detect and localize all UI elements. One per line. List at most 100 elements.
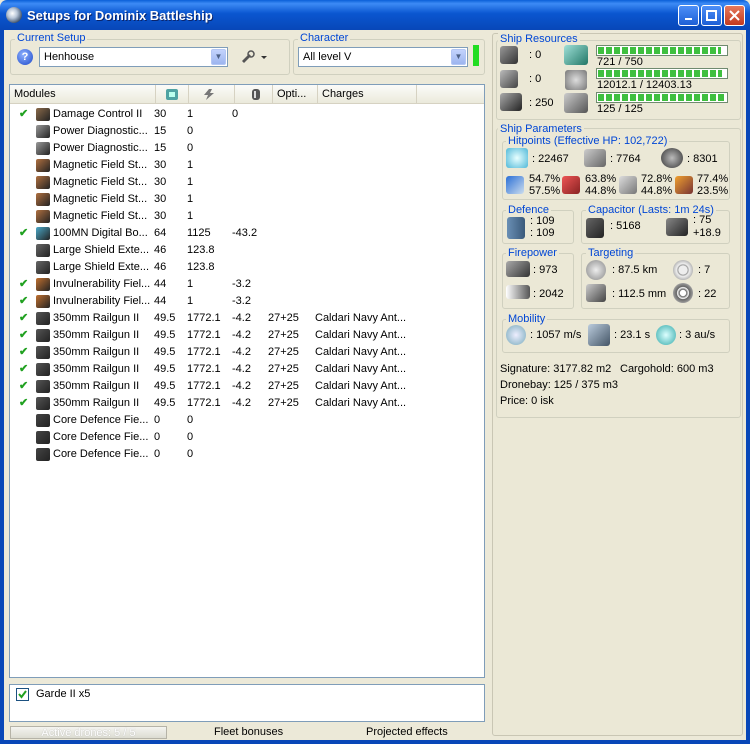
wrench-icon	[242, 50, 267, 63]
table-row[interactable]: ✔ 100MN Digital Bo... 64 1125 -43.2	[10, 225, 484, 242]
column-header-capacitor[interactable]	[235, 85, 273, 104]
online-checkmark-icon[interactable]: ✔	[19, 293, 28, 310]
table-row[interactable]: ✔ Invulnerability Fiel... 44 1 -3.2	[10, 293, 484, 310]
module-powergrid: 123.8	[187, 261, 215, 273]
sensor-strength-value: : 22	[698, 288, 717, 300]
current-setup-label: Current Setup	[15, 32, 88, 44]
module-capacitor: -4.2	[232, 329, 251, 341]
module-optimal: 27+25	[268, 346, 299, 358]
module-powergrid: 1772.1	[187, 346, 221, 358]
help-icon[interactable]: ?	[17, 49, 33, 65]
module-icon	[36, 431, 50, 444]
module-powergrid: 0	[187, 431, 194, 443]
mobility-label: Mobility	[506, 313, 548, 325]
module-powergrid: 1	[187, 108, 194, 120]
chevron-down-icon[interactable]: ▼	[211, 49, 226, 65]
shield-icon	[506, 148, 528, 168]
online-checkmark-icon[interactable]: ✔	[19, 361, 28, 378]
table-row[interactable]: Power Diagnostic... 15 0	[10, 123, 484, 140]
table-row[interactable]: ✔ Invulnerability Fiel... 44 1 -3.2	[10, 276, 484, 293]
online-checkmark-icon[interactable]: ✔	[19, 327, 28, 344]
table-row[interactable]: Magnetic Field St... 30 1	[10, 191, 484, 208]
launcher-hardpoint-icon	[500, 70, 518, 88]
table-row[interactable]: ✔ 350mm Railgun II 49.5 1772.1 -4.2 27+25 Cald…	[10, 344, 484, 361]
table-row[interactable]: Core Defence Fie... 0 0	[10, 429, 484, 446]
module-icon	[36, 346, 50, 359]
online-checkmark-icon[interactable]: ✔	[19, 378, 28, 395]
online-checkmark-icon[interactable]: ✔	[19, 106, 28, 123]
module-cpu: 46	[154, 261, 167, 273]
table-row[interactable]: Magnetic Field St... 30 1	[10, 174, 484, 191]
table-row[interactable]: Large Shield Exte... 46 123.8	[10, 259, 484, 276]
capacitor-icon	[252, 89, 260, 100]
cpu-value: 721 / 750	[597, 56, 643, 68]
module-cpu: 46	[154, 244, 167, 256]
character-select[interactable]: All level V ▼	[298, 47, 468, 67]
chevron-down-icon[interactable]: ▼	[451, 49, 466, 65]
column-header-cpu[interactable]	[156, 85, 189, 104]
em-resist-icon	[506, 176, 524, 194]
table-row[interactable]: Large Shield Exte... 46 123.8	[10, 242, 484, 259]
drone-bandwidth-value: : 250	[529, 97, 554, 109]
close-button[interactable]	[724, 5, 745, 26]
column-header-optimal[interactable]: Opti...	[273, 85, 318, 104]
column-header-charges[interactable]: Charges	[318, 85, 417, 104]
capacitor-usage-icon	[666, 218, 688, 236]
online-checkmark-icon[interactable]: ✔	[19, 344, 28, 361]
table-row[interactable]: ✔ 350mm Railgun II 49.5 1772.1 -4.2 27+25 Cald…	[10, 361, 484, 378]
module-powergrid: 1	[187, 295, 194, 307]
armor-hp-value: : 7764	[610, 153, 641, 165]
column-header-filler	[417, 85, 484, 104]
fleet-bonuses-tab[interactable]: Fleet bonuses	[214, 726, 283, 738]
module-name: Core Defence Fie...	[53, 448, 149, 460]
table-row[interactable]: Core Defence Fie... 0 0	[10, 412, 484, 429]
volley-value: : 2042	[533, 288, 564, 300]
module-name: 350mm Railgun II	[53, 312, 140, 324]
maximize-button[interactable]	[701, 5, 722, 26]
online-checkmark-icon[interactable]: ✔	[19, 225, 28, 242]
setup-select[interactable]: Henhouse ▼	[39, 47, 228, 67]
table-row[interactable]: ✔ 350mm Railgun II 49.5 1772.1 -4.2 27+25 Cald…	[10, 378, 484, 395]
module-icon	[36, 448, 50, 461]
table-row[interactable]: ✔ 350mm Railgun II 49.5 1772.1 -4.2 27+25 Cald…	[10, 327, 484, 344]
module-name: Invulnerability Fiel...	[53, 295, 151, 307]
table-row[interactable]: Magnetic Field St... 30 1	[10, 157, 484, 174]
module-icon	[36, 397, 50, 410]
module-charges: Caldari Navy Ant...	[315, 363, 407, 375]
column-header-modules[interactable]: Modules	[10, 85, 156, 104]
module-optimal: 27+25	[268, 312, 299, 324]
online-checkmark-icon[interactable]: ✔	[19, 276, 28, 293]
turret-hardpoint-icon	[500, 46, 518, 64]
table-row[interactable]: Core Defence Fie... 0 0	[10, 446, 484, 463]
table-row[interactable]: ✔ Damage Control II 30 1 0	[10, 106, 484, 123]
module-cpu: 0	[154, 448, 161, 460]
modules-list[interactable]: Modules Opti... Charges ✔ Damage Control …	[9, 84, 485, 678]
table-row[interactable]: ✔ 350mm Railgun II 49.5 1772.1 -4.2 27+25 Cald…	[10, 310, 484, 327]
thermal-resist-icon	[562, 176, 580, 194]
module-cpu: 49.5	[154, 380, 176, 392]
module-icon	[36, 380, 50, 393]
module-icon	[36, 363, 50, 376]
module-icon	[36, 278, 50, 291]
drone-checkbox[interactable]	[16, 688, 29, 701]
online-checkmark-icon[interactable]: ✔	[19, 395, 28, 412]
table-row[interactable]: Power Diagnostic... 15 0	[10, 140, 484, 157]
warp-speed-value: : 3 au/s	[679, 329, 716, 341]
online-checkmark-icon[interactable]: ✔	[19, 310, 28, 327]
launcher-hardpoints-value: : 0	[529, 73, 542, 85]
column-header-powergrid[interactable]	[189, 85, 235, 104]
shield-hp-value: : 22467	[532, 153, 569, 165]
module-name: Damage Control II	[53, 108, 143, 120]
module-powergrid: 1772.1	[187, 380, 221, 392]
module-cpu: 44	[154, 295, 167, 307]
dps-value: : 973	[533, 264, 558, 276]
setup-tools-button[interactable]	[239, 48, 269, 66]
table-row[interactable]: ✔ 350mm Railgun II 49.5 1772.1 -4.2 27+25 Cald…	[10, 395, 484, 412]
cpu-bar	[596, 45, 728, 56]
dps-icon	[506, 261, 530, 277]
minimize-button[interactable]	[678, 5, 699, 26]
module-icon	[36, 312, 50, 325]
table-row[interactable]: Magnetic Field St... 30 1	[10, 208, 484, 225]
signature-value: Signature: 3177.82 m2	[500, 363, 612, 375]
projected-effects-tab[interactable]: Projected effects	[366, 726, 448, 738]
